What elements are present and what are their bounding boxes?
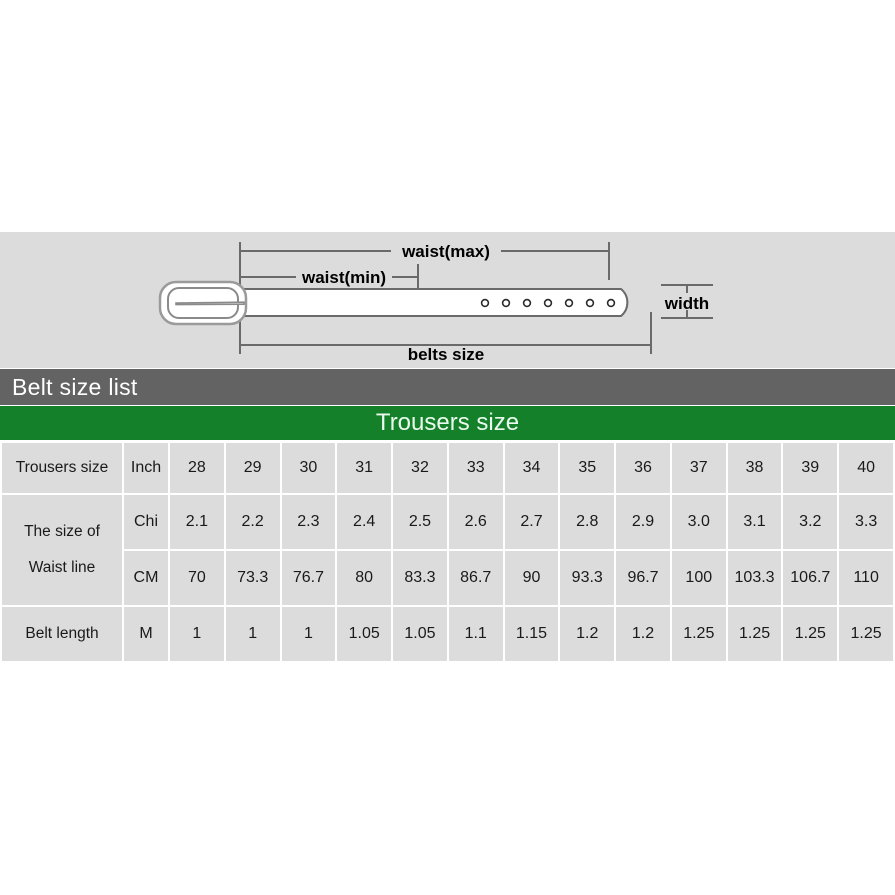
unit-cell-cm: CM xyxy=(124,551,168,605)
belt-hole-2 xyxy=(501,298,511,308)
cell-inch-8: 36 xyxy=(616,443,670,493)
belt-hole-4 xyxy=(543,298,553,308)
cell-belt-12: 1.25 xyxy=(839,607,893,661)
cell-belt-10: 1.25 xyxy=(727,607,782,661)
cell-belt-5: 1.1 xyxy=(448,607,503,661)
unit-cell-m: M xyxy=(124,607,168,661)
belt-hole-5 xyxy=(564,298,574,308)
cell-cm-11: 106.7 xyxy=(783,551,838,605)
cell-cm-7: 93.3 xyxy=(560,551,615,605)
belt-size-table: Trousers size Inch 28 29 30 31 32 33 34 … xyxy=(0,441,895,663)
cell-inch-11: 39 xyxy=(783,443,838,493)
cell-inch-4: 32 xyxy=(393,443,447,493)
cell-cm-9: 100 xyxy=(671,551,726,605)
belt-hole-1 xyxy=(480,298,490,308)
cell-cm-2: 76.7 xyxy=(281,551,336,605)
cell-belt-1: 1 xyxy=(225,607,280,661)
cell-belt-6: 1.15 xyxy=(504,607,559,661)
belt-size-chart-page: waist(max) waist(min) belts size width B… xyxy=(0,0,895,895)
belt-hole-6 xyxy=(585,298,595,308)
cell-cm-10: 103.3 xyxy=(727,551,782,605)
cell-inch-9: 37 xyxy=(671,443,726,493)
row-label-belt-length: Belt length xyxy=(2,607,122,661)
cell-chi-4: 2.5 xyxy=(393,495,447,549)
unit-cell-inch: Inch xyxy=(124,443,168,493)
cell-inch-10: 38 xyxy=(727,443,782,493)
cell-belt-7: 1.2 xyxy=(560,607,615,661)
cell-belt-11: 1.25 xyxy=(783,607,838,661)
cell-inch-3: 31 xyxy=(337,443,392,493)
width-label: width xyxy=(664,294,709,313)
table-row-inch: Trousers size Inch 28 29 30 31 32 33 34 … xyxy=(2,443,893,493)
cell-belt-8: 1.2 xyxy=(616,607,670,661)
cell-cm-1: 73.3 xyxy=(225,551,280,605)
cell-chi-1: 2.2 xyxy=(225,495,280,549)
cell-inch-0: 28 xyxy=(170,443,224,493)
belt-size-list-title: Belt size list xyxy=(12,373,138,400)
cell-cm-6: 90 xyxy=(504,551,559,605)
belt-hole-3 xyxy=(522,298,532,308)
cell-chi-0: 2.1 xyxy=(170,495,224,549)
table-row-cm: CM 70 73.3 76.7 80 83.3 86.7 90 93.3 96.… xyxy=(2,551,893,605)
cell-inch-6: 34 xyxy=(504,443,559,493)
cell-chi-6: 2.7 xyxy=(504,495,559,549)
unit-cell-chi: Chi xyxy=(124,495,168,549)
cell-belt-0: 1 xyxy=(170,607,224,661)
cell-chi-12: 3.3 xyxy=(839,495,893,549)
belt-diagram-svg: waist(max) waist(min) belts size width xyxy=(158,242,713,364)
cell-cm-8: 96.7 xyxy=(616,551,670,605)
waist-max-label: waist(max) xyxy=(401,242,490,261)
belt-hole-7 xyxy=(606,298,616,308)
cell-inch-7: 35 xyxy=(560,443,615,493)
cell-cm-0: 70 xyxy=(170,551,224,605)
cell-chi-3: 2.4 xyxy=(337,495,392,549)
cell-chi-10: 3.1 xyxy=(727,495,782,549)
table-row-chi: The size of Waist line Chi 2.1 2.2 2.3 2… xyxy=(2,495,893,605)
cell-chi-11: 3.2 xyxy=(783,495,838,549)
belt-diagram-panel: waist(max) waist(min) belts size width xyxy=(0,232,895,368)
cell-belt-3: 1.05 xyxy=(337,607,392,661)
cell-belt-9: 1.25 xyxy=(671,607,726,661)
cell-chi-9: 3.0 xyxy=(671,495,726,549)
waist-min-label: waist(min) xyxy=(301,268,386,287)
trousers-size-band-label: Trousers size xyxy=(375,409,520,436)
row-label-waist-line-line1: The size of xyxy=(24,523,100,540)
belt-size-table-body: Trousers size Inch 28 29 30 31 32 33 34 … xyxy=(2,443,893,661)
buckle-prong xyxy=(175,301,245,306)
trousers-size-band: Trousers size xyxy=(0,406,895,440)
cell-cm-12: 110 xyxy=(839,551,893,605)
row-label-waist-line: The size of Waist line xyxy=(2,495,122,605)
cell-cm-5: 86.7 xyxy=(448,551,503,605)
cell-belt-2: 1 xyxy=(281,607,336,661)
cell-inch-2: 30 xyxy=(281,443,336,493)
cell-cm-4: 83.3 xyxy=(393,551,447,605)
cell-cm-3: 80 xyxy=(337,551,392,605)
row-label-trousers-size: Trousers size xyxy=(2,443,122,493)
cell-chi-2: 2.3 xyxy=(281,495,336,549)
cell-chi-7: 2.8 xyxy=(560,495,615,549)
cell-inch-12: 40 xyxy=(839,443,893,493)
belt-size-list-title-bar: Belt size list xyxy=(0,369,895,405)
cell-inch-1: 29 xyxy=(225,443,280,493)
cell-inch-5: 33 xyxy=(448,443,503,493)
belts-size-label: belts size xyxy=(408,345,485,364)
cell-chi-8: 2.9 xyxy=(616,495,670,549)
cell-chi-5: 2.6 xyxy=(448,495,503,549)
row-label-waist-line-line2: Waist line xyxy=(28,559,96,576)
cell-belt-4: 1.05 xyxy=(393,607,447,661)
table-row-belt-length: Belt length M 1 1 1 1.05 1.05 1.1 1.15 1… xyxy=(2,607,893,661)
